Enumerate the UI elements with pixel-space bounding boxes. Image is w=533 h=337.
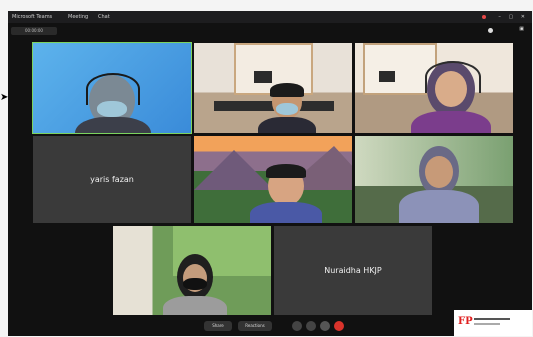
- title-bar: Microsoft Teams Meeting Chat – ▢ ✕: [8, 11, 532, 23]
- institution-logo: FP: [454, 310, 532, 336]
- participant-tile[interactable]: [113, 226, 271, 315]
- camera-icon[interactable]: [292, 321, 302, 331]
- participant-name: Nuraidha HKJP: [324, 266, 382, 275]
- participant-avatar: [163, 254, 227, 315]
- tab[interactable]: Meeting: [68, 11, 88, 23]
- reactions-button[interactable]: Reactions: [238, 321, 272, 331]
- meeting-timer: 00:00:00: [11, 27, 57, 35]
- leave-call-icon[interactable]: [334, 321, 344, 331]
- participant-tile[interactable]: [355, 43, 513, 133]
- mouse-cursor-icon: ➤: [0, 92, 9, 103]
- participant-avatar: [250, 164, 322, 223]
- participant-tile[interactable]: [355, 136, 513, 223]
- participant-tile[interactable]: yaris fazan: [33, 136, 191, 223]
- participant-tile[interactable]: Nuraidha HKJP: [274, 226, 432, 315]
- call-controls: Share Reactions: [204, 318, 374, 334]
- gallery-view-icon[interactable]: ▣: [519, 26, 524, 32]
- participant-name: yaris fazan: [90, 175, 134, 184]
- tab[interactable]: Microsoft Teams: [12, 11, 52, 23]
- participant-tile[interactable]: [194, 43, 352, 133]
- share-button[interactable]: Share: [204, 321, 232, 331]
- participant-avatar: [258, 83, 316, 133]
- participant-avatar: [411, 61, 491, 133]
- microphone-icon[interactable]: [306, 321, 316, 331]
- more-options-icon[interactable]: [320, 321, 330, 331]
- camera-indicator-icon: [488, 28, 493, 33]
- recording-icon: [482, 15, 486, 19]
- participant-avatar: [399, 146, 479, 223]
- meeting-header: 00:00:00 ▣: [8, 23, 532, 41]
- participant-tile[interactable]: [194, 136, 352, 223]
- tab[interactable]: Chat: [98, 11, 110, 23]
- participant-tile[interactable]: [32, 42, 192, 134]
- window-controls[interactable]: – ▢ ✕: [498, 11, 528, 23]
- screen: Microsoft Teams Meeting Chat – ▢ ✕ 00:00…: [8, 11, 532, 336]
- participant-avatar: [75, 73, 151, 133]
